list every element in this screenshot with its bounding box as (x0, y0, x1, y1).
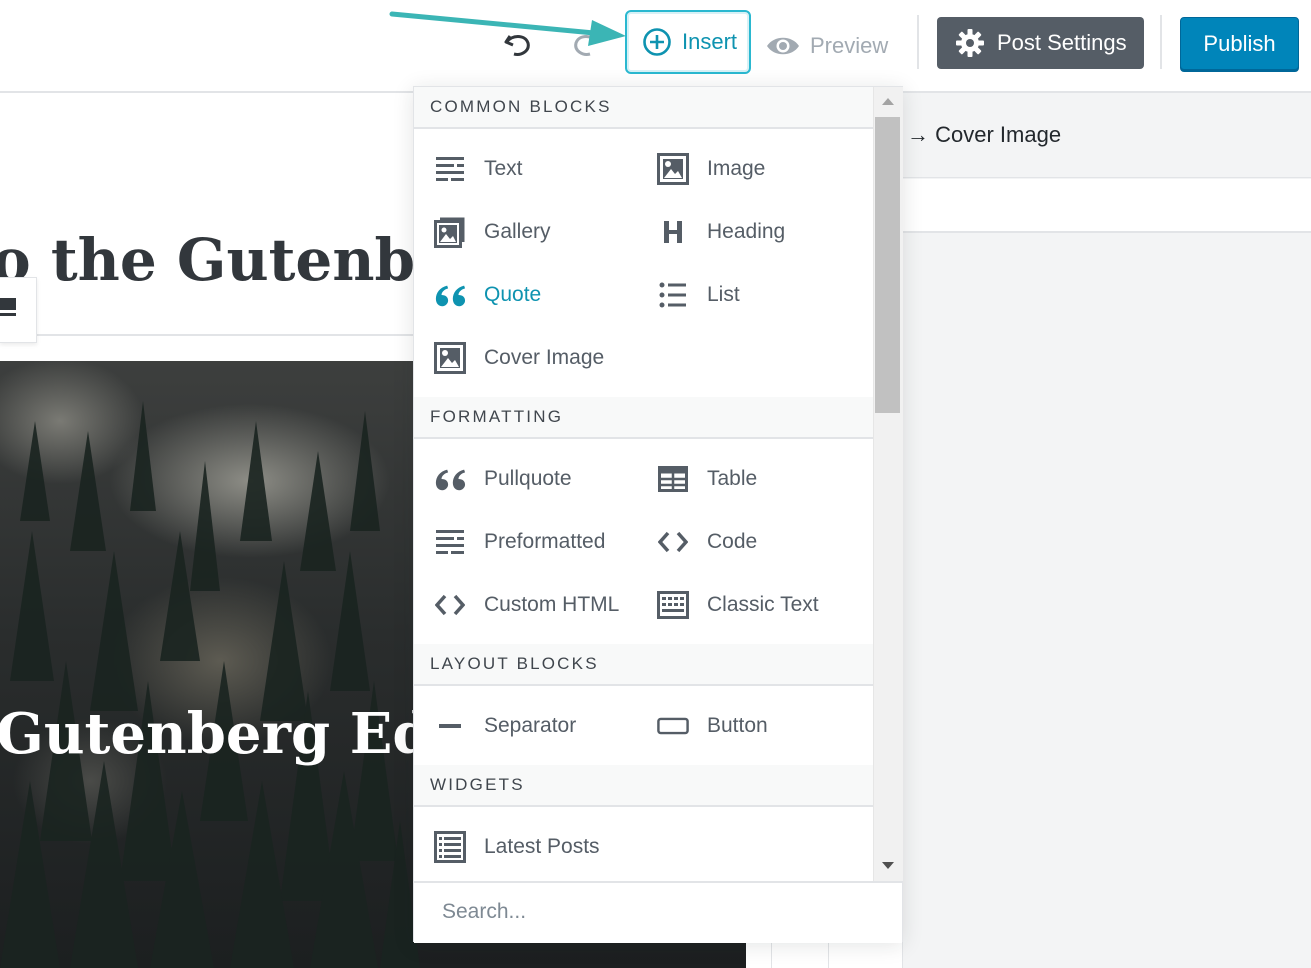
block-item-quote[interactable]: Quote (414, 263, 637, 326)
section-widgets: Latest Posts (414, 807, 873, 881)
cover-title[interactable]: Gutenberg Edit (0, 701, 479, 767)
block-item-label: Quote (484, 282, 542, 306)
block-item-code[interactable]: Code (637, 510, 860, 573)
editor-side-strip (771, 941, 829, 968)
block-item-label: Separator (484, 713, 577, 737)
button-icon (657, 710, 689, 742)
cover-image-icon (434, 341, 466, 374)
block-item-label: Code (707, 529, 758, 553)
block-item-label: Pullquote (484, 466, 572, 490)
text-icon (434, 153, 466, 185)
section-layout-blocks: Separator Button (414, 686, 873, 765)
block-item-label: Button (707, 713, 768, 737)
block-item-pullquote[interactable]: Pullquote (414, 447, 637, 510)
code-icon (657, 526, 689, 558)
gallery-icon (434, 216, 466, 248)
gear-icon (956, 29, 984, 57)
redo-icon (574, 35, 599, 56)
pullquote-icon (434, 463, 466, 495)
block-item-gallery[interactable]: Gallery (414, 200, 637, 263)
block-item-list[interactable]: List (637, 263, 860, 326)
table-icon (657, 463, 689, 495)
block-item-button[interactable]: Button (637, 694, 860, 757)
block-item-label: Table (707, 466, 758, 490)
toolbar-divider (1160, 15, 1162, 69)
plus-circle-icon (643, 28, 671, 56)
preview-label: Preview (810, 33, 889, 58)
block-item-label: Cover Image (484, 345, 605, 369)
block-item-label: Preformatted (484, 529, 606, 553)
insert-label: Insert (682, 29, 738, 54)
block-list: COMMON BLOCKS Text Image Gallery Heading… (414, 87, 873, 881)
post-settings-label: Post Settings (997, 30, 1127, 55)
quote-icon (434, 279, 466, 311)
preformatted-icon (434, 526, 466, 558)
block-item-cover-image[interactable]: Cover Image (414, 326, 637, 389)
block-search-input[interactable] (428, 889, 888, 935)
section-heading: FORMATTING (414, 397, 873, 439)
post-title[interactable]: o the Gutenber (0, 218, 422, 336)
block-item-text[interactable]: Text (414, 137, 637, 200)
latest-posts-icon (434, 830, 466, 863)
block-align-icon (0, 298, 16, 316)
custom-html-icon (434, 589, 466, 621)
block-inserter-popover: COMMON BLOCKS Text Image Gallery Heading… (413, 86, 903, 943)
sidebar-panel-row[interactable] (903, 179, 1311, 233)
section-common-blocks: Text Image Gallery Heading Quote List Co… (414, 129, 873, 397)
block-item-image[interactable]: Image (637, 137, 860, 200)
section-formatting: Pullquote Table Preformatted Code Custom… (414, 439, 873, 644)
post-settings-button[interactable]: Post Settings (937, 17, 1144, 69)
separator-icon (434, 710, 466, 742)
section-heading: WIDGETS (414, 765, 873, 807)
redo-button[interactable] (566, 24, 606, 64)
block-item-label: Text (484, 156, 523, 180)
block-item-heading[interactable]: Heading (637, 200, 860, 263)
scroll-down-icon[interactable] (882, 862, 894, 869)
classic-text-icon (657, 589, 689, 621)
image-icon (657, 152, 689, 185)
block-item-separator[interactable]: Separator (414, 694, 637, 757)
block-item-label: List (707, 282, 740, 306)
toolbar-divider (917, 15, 919, 69)
block-item-custom-html[interactable]: Custom HTML (414, 573, 637, 636)
block-item-label: Classic Text (707, 592, 819, 616)
publish-button[interactable]: Publish (1180, 17, 1299, 70)
list-icon (657, 279, 689, 311)
block-item-classic-text[interactable]: Classic Text (637, 573, 860, 636)
eye-icon (767, 37, 799, 55)
settings-sidebar: → Cover Image (902, 93, 1311, 968)
inserter-search (414, 881, 902, 943)
block-item-label: Image (707, 156, 766, 180)
section-heading: LAYOUT BLOCKS (414, 644, 873, 686)
scroll-up-icon[interactable] (882, 98, 894, 105)
block-breadcrumb: → Cover Image (903, 93, 1311, 178)
block-item-preformatted[interactable]: Preformatted (414, 510, 637, 573)
block-item-label: Gallery (484, 219, 551, 243)
preview-button[interactable]: Preview (766, 26, 888, 66)
block-item-label: Latest Posts (484, 834, 600, 858)
insert-button[interactable]: Insert (625, 10, 751, 74)
undo-button[interactable] (498, 24, 538, 64)
block-item-latest-posts[interactable]: Latest Posts (414, 815, 637, 878)
block-toolbar[interactable] (0, 277, 37, 343)
block-item-label: Custom HTML (484, 592, 620, 616)
inserter-scrollbar[interactable] (873, 87, 903, 881)
block-item-label: Heading (707, 219, 786, 243)
editor-toolbar: Insert Preview Post Settings Publish (0, 0, 1311, 93)
scroll-thumb[interactable] (875, 117, 900, 413)
heading-icon (657, 216, 689, 248)
undo-icon (504, 35, 530, 56)
section-heading: COMMON BLOCKS (414, 87, 873, 129)
block-item-table[interactable]: Table (637, 447, 860, 510)
